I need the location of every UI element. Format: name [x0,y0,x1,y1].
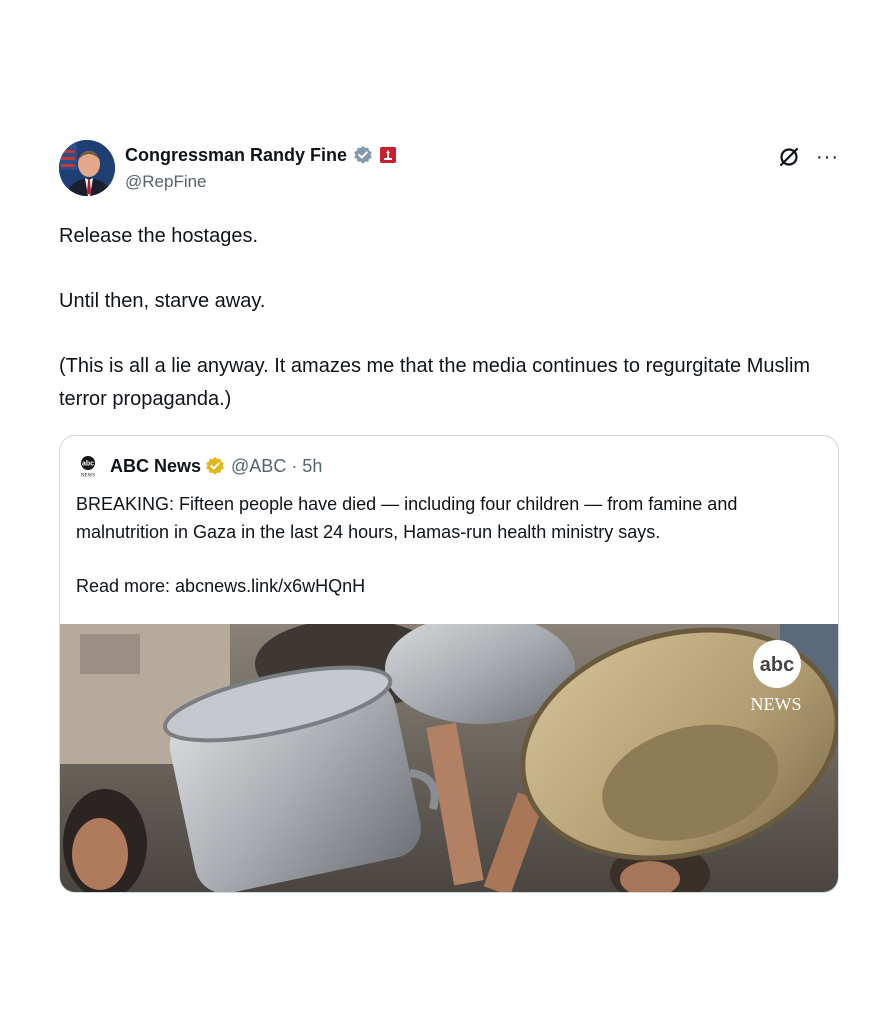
quoted-tweet-text: BREAKING: Fifteen people have died — inc… [76,490,826,600]
affiliation-badge-icon[interactable] [379,146,397,164]
svg-text:abc: abc [82,461,94,468]
quoted-tweet-header: abc NEWS ABC News @ABC · 5h [76,454,322,478]
svg-text:NEWS: NEWS [81,474,95,479]
quoted-text-line: BREAKING: Fifteen people have died — inc… [76,494,738,542]
tweet-line: (This is all a lie anyway. It amazes me … [59,355,811,410]
more-icon[interactable]: ··· [816,147,839,167]
top-actions: ··· [778,146,839,168]
author-display-name[interactable]: Congressman Randy Fine [125,145,347,166]
quoted-text-line: Read more: abcnews.link/x6wHQnH [76,576,366,596]
quoted-author-name[interactable]: ABC News [110,456,201,477]
grok-icon[interactable] [778,146,800,168]
author-block: Congressman Randy Fine @RepFine [125,144,397,192]
quoted-author-handle-time[interactable]: @ABC · 5h [231,456,322,477]
abc-news-avatar[interactable]: abc NEWS [76,454,100,478]
verified-badge-icon[interactable] [353,145,373,165]
tweet-line: Until then, starve away. [59,290,266,312]
tweet-line: Release the hostages. [59,225,259,247]
gold-verified-badge-icon[interactable] [205,456,225,476]
tweet-text: Release the hostages. Until then, starve… [59,220,829,416]
image-watermark-abc: abc [760,654,794,676]
avatar[interactable] [59,140,115,196]
quoted-tweet[interactable]: abc NEWS ABC News @ABC · 5h BREAKING: Fi… [59,435,839,893]
author-handle[interactable]: @RepFine [125,172,397,192]
image-watermark-news: NEWS [751,694,802,714]
quoted-tweet-image[interactable]: abc NEWS [60,614,838,892]
